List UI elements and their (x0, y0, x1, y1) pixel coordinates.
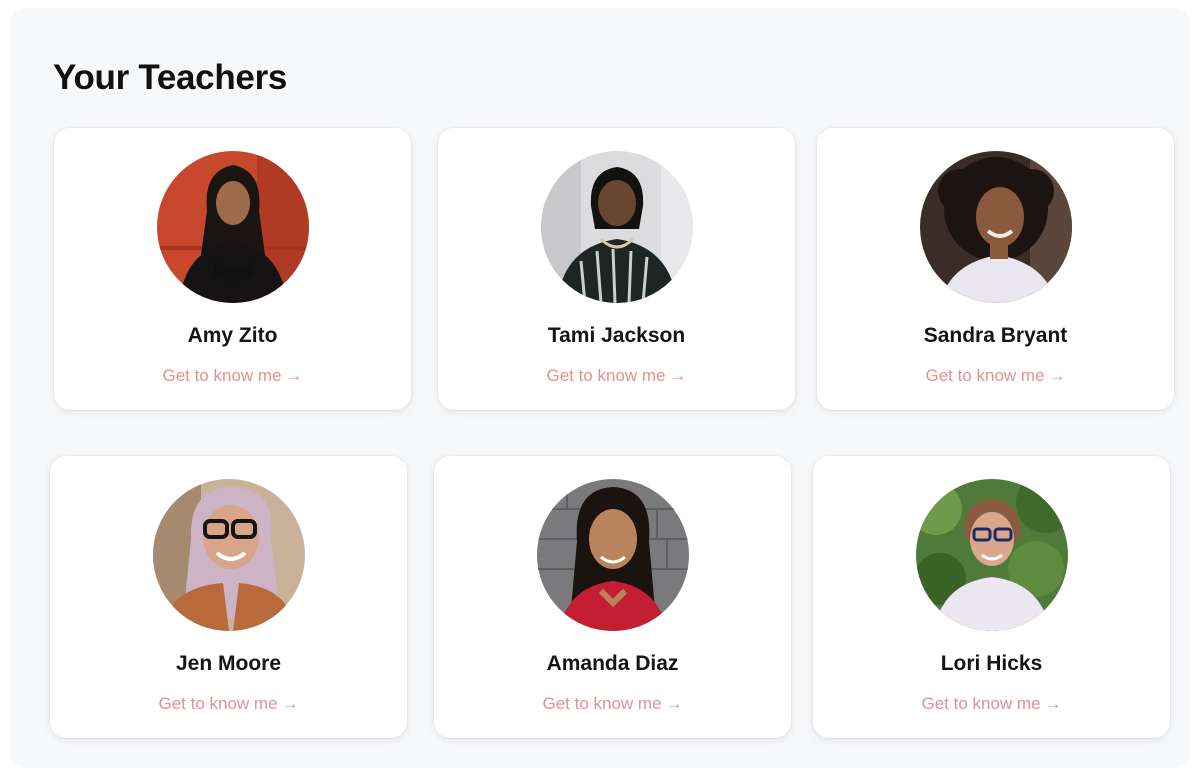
link-label: Get to know me (925, 366, 1045, 385)
teacher-name: Lori Hicks (940, 652, 1043, 675)
teacher-name: Amanda Diaz (546, 652, 679, 675)
get-to-know-me-link[interactable]: Get to know me → (817, 366, 1174, 386)
arrow-right-icon: → (1048, 366, 1066, 385)
arrow-right-icon: → (1044, 694, 1062, 713)
teacher-card[interactable]: Amy Zito Get to know me → (54, 128, 411, 410)
teacher-photo (540, 151, 693, 303)
link-label: Get to know me (542, 694, 662, 713)
get-to-know-me-link[interactable]: Get to know me → (813, 694, 1170, 714)
teacher-card[interactable]: Amanda Diaz Get to know me → (434, 456, 791, 738)
teacher-name: Tami Jackson (547, 324, 686, 347)
teacher-photo (152, 479, 305, 631)
teacher-card[interactable]: Jen Moore Get to know me → (50, 456, 407, 738)
get-to-know-me-link[interactable]: Get to know me → (438, 366, 795, 386)
teacher-photo (156, 151, 309, 303)
teacher-name: Sandra Bryant (923, 324, 1068, 347)
section-title: Your Teachers (53, 58, 288, 97)
get-to-know-me-link[interactable]: Get to know me → (54, 366, 411, 386)
teacher-photo (536, 479, 689, 631)
teacher-card[interactable]: Sandra Bryant Get to know me → (817, 128, 1174, 410)
link-label: Get to know me (546, 366, 666, 385)
teacher-card[interactable]: Tami Jackson Get to know me → (438, 128, 795, 410)
teacher-photo (915, 479, 1068, 631)
teacher-name: Jen Moore (175, 652, 282, 675)
get-to-know-me-link[interactable]: Get to know me → (434, 694, 791, 714)
link-label: Get to know me (162, 366, 282, 385)
arrow-right-icon: → (285, 366, 303, 385)
arrow-right-icon: → (669, 366, 687, 385)
link-label: Get to know me (158, 694, 278, 713)
arrow-right-icon: → (281, 694, 299, 713)
teacher-card[interactable]: Lori Hicks Get to know me → (813, 456, 1170, 738)
get-to-know-me-link[interactable]: Get to know me → (50, 694, 407, 714)
teacher-photo (919, 151, 1072, 303)
teacher-name: Amy Zito (187, 324, 278, 347)
link-label: Get to know me (921, 694, 1041, 713)
arrow-right-icon: → (665, 694, 683, 713)
